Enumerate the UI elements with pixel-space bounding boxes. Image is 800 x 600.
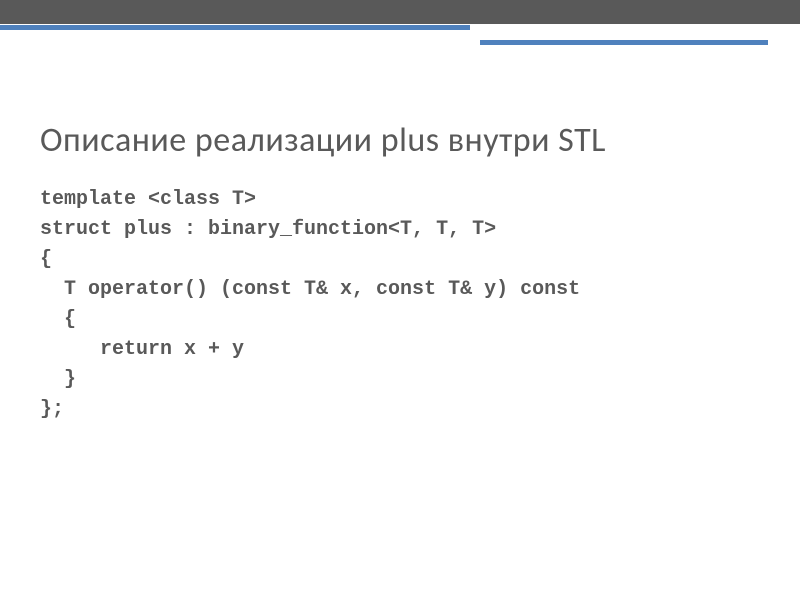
code-line: { xyxy=(40,308,76,331)
code-block: template <class T> struct plus : binary_… xyxy=(40,185,760,425)
code-line: struct plus : binary_function<T, T, T> xyxy=(40,218,496,241)
header-decoration xyxy=(0,0,800,30)
slide-title: Описание реализации plus внутри STL xyxy=(40,120,760,161)
code-line: template <class T> xyxy=(40,188,256,211)
accent-line-right xyxy=(480,40,768,45)
code-line: }; xyxy=(40,398,64,421)
code-line: return x + y xyxy=(40,338,244,361)
accent-line-top xyxy=(0,25,470,30)
code-line: T operator() (const T& x, const T& y) co… xyxy=(40,278,580,301)
gray-band xyxy=(0,0,800,24)
slide: Описание реализации plus внутри STL temp… xyxy=(0,0,800,600)
code-line: { xyxy=(40,248,52,271)
code-line: } xyxy=(40,368,76,391)
